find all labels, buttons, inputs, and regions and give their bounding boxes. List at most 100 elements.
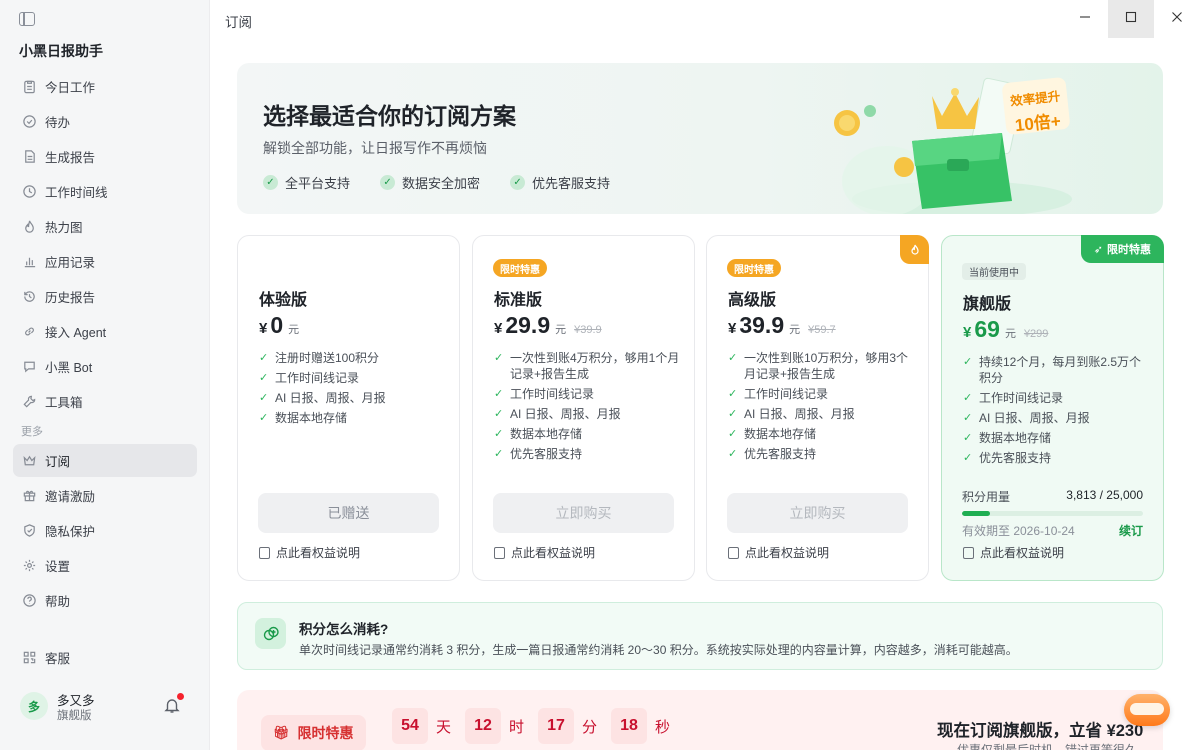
notification-dot [177, 693, 184, 700]
countdown-unit: 时 [509, 718, 525, 736]
sidebar-item-today[interactable]: 今日工作 [13, 70, 197, 103]
sidebar-item-history[interactable]: 历史报告 [13, 280, 197, 313]
sidebar-item-todo[interactable]: 待办 [13, 105, 197, 138]
sidebar-item-label: 帮助 [45, 595, 71, 609]
plan-price: ¥ 69 元 ¥299 [963, 316, 1048, 343]
list-item: ✓ 注册时赠送100积分 [259, 350, 449, 366]
check-icon: ✓ [728, 408, 738, 420]
sidebar-item-heatmap[interactable]: 热力图 [13, 210, 197, 243]
countdown-unit: 天 [436, 718, 452, 736]
plan-features: ✓ 一次性到账4万积分，够用1个月记录+报告生成 ✓ 工作时间线记录 ✓ AI 日报、… [494, 350, 684, 466]
sidebar-item-help[interactable]: 帮助 [13, 584, 197, 617]
plan-name: 旗舰版 [963, 296, 1012, 313]
feature-label: 一次性到账10万积分，够用3个月记录+报告生成 [744, 351, 909, 381]
sidebar-item-privacy[interactable]: 隐私保护 [13, 514, 197, 547]
sidebar-item-label: 生成报告 [45, 151, 96, 165]
sidebar-section-more: 更多 [21, 426, 43, 438]
sidebar: 小黑日报助手 今日工作 待办 生成报告 工作时间线 热力图 应用记录 历史报告 … [0, 0, 210, 750]
benefit-link[interactable]: 点此看权益说明 [494, 544, 595, 561]
quota-label: 积分用量 [962, 490, 1011, 504]
sidebar-item-service[interactable]: 客服 [13, 641, 197, 674]
check-icon: ✓ [963, 432, 973, 444]
sidebar-item-app-records[interactable]: 应用记录 [13, 245, 197, 278]
close-icon [1171, 10, 1183, 28]
benefit-link[interactable]: 点此看权益说明 [259, 544, 360, 561]
feature-label: AI 日报、周报、月报 [744, 407, 855, 421]
title-bar: 订阅 [210, 0, 1200, 38]
list-item: ✓ 一次性到账10万积分，够用3个月记录+报告生成 [728, 350, 918, 382]
list-item: ✓ 优先客服支持 [963, 450, 1153, 466]
sidebar-item-label: 订阅 [45, 455, 71, 469]
plan-card-flagship: ➶ 限时特惠 当前使用中 旗舰版 ¥ 69 元 ¥299 ✓ 持续12个月，每月到账… [941, 235, 1164, 581]
minimize-icon [1079, 10, 1091, 28]
current-plan-badge: 当前使用中 [962, 263, 1026, 280]
countdown-hours: 12 [465, 708, 502, 744]
sidebar-item-timeline[interactable]: 工作时间线 [13, 175, 197, 208]
gifted-button[interactable]: 已赠送 [258, 493, 439, 533]
price-amount: 69 [974, 316, 1000, 342]
plan-features: ✓ 持续12个月，每月到账2.5万个积分 ✓ 工作时间线记录 ✓ AI 日报、周报、月… [963, 354, 1153, 470]
hero-features: ✓ 全平台支持 ✓ 数据安全加密 ✓ 优先客服支持 [263, 173, 610, 192]
hero-feature-label: 优先客服支持 [532, 176, 611, 191]
feature-label: AI 日报、周报、月报 [979, 411, 1090, 425]
list-item: ✓ AI 日报、周报、月报 [494, 406, 684, 422]
renew-link[interactable]: 续订 [1119, 522, 1143, 539]
document-icon [259, 546, 270, 559]
sidebar-item-label: 历史报告 [45, 291, 96, 305]
feature-label: 持续12个月，每月到账2.5万个积分 [979, 355, 1142, 385]
shield-icon [21, 523, 37, 539]
check-icon: ✓ [963, 356, 973, 368]
sidebar-item-generate-report[interactable]: 生成报告 [13, 140, 197, 173]
price-currency: ¥ [963, 324, 972, 341]
hero-subtitle: 解锁全部功能，让日报写作不再烦恼 [263, 140, 487, 156]
countdown-minutes: 17 [538, 708, 575, 744]
plan-name: 体验版 [259, 292, 308, 309]
close-button[interactable] [1154, 0, 1200, 38]
quota-progress-bar [962, 511, 1143, 516]
fire-icon [900, 235, 929, 264]
sidebar-item-invite[interactable]: 邀请激励 [13, 479, 197, 512]
main-content: 订阅 选择最适合你的订阅方案 解锁全部功能，让日报写作不再烦恼 ✓ 全平台支持 ✓… [210, 0, 1200, 750]
sidebar-item-toolbox[interactable]: 工具箱 [13, 385, 197, 418]
hero-feature: ✓ 优先客服支持 [510, 173, 610, 192]
floating-assistant-button[interactable] [1124, 694, 1170, 726]
sidebar-bottom: 客服 [13, 641, 197, 676]
price-unit: 元 [555, 324, 567, 336]
minimize-button[interactable] [1062, 0, 1108, 38]
user-profile[interactable]: 多 多又多 旗舰版 [20, 690, 190, 722]
sidebar-item-settings[interactable]: 设置 [13, 549, 197, 582]
rocket-icon: ➶ [1093, 243, 1103, 256]
buy-now-button[interactable]: 立即购买 [727, 493, 908, 533]
gift-icon: 🎁︎ [273, 725, 290, 740]
check-icon: ✓ [728, 352, 738, 364]
sidebar-item-subscription[interactable]: 订阅 [13, 444, 197, 477]
sidebar-toggle-icon[interactable] [19, 12, 35, 26]
plan-features: ✓ 一次性到账10万积分，够用3个月记录+报告生成 ✓ 工作时间线记录 ✓ AI 日报… [728, 350, 918, 466]
plan-price: ¥ 39.9 元 ¥59.7 [728, 312, 836, 339]
check-icon: ✓ [963, 392, 973, 404]
sidebar-item-agent[interactable]: 接入 Agent [13, 315, 197, 348]
hero-feature: ✓ 全平台支持 [263, 173, 350, 192]
gift-icon [21, 488, 37, 504]
feature-label: 数据本地存储 [510, 427, 583, 441]
benefit-link-label: 点此看权益说明 [980, 546, 1065, 560]
benefit-link[interactable]: 点此看权益说明 [963, 544, 1064, 561]
benefit-link[interactable]: 点此看权益说明 [728, 544, 829, 561]
list-item: ✓ 一次性到账4万积分，够用1个月记录+报告生成 [494, 350, 684, 382]
buy-now-button[interactable]: 立即购买 [493, 493, 674, 533]
sidebar-item-label: 接入 Agent [45, 326, 107, 340]
check-icon: ✓ [259, 352, 269, 364]
efficiency-badge: 效率提升 10倍+ [1001, 76, 1071, 135]
countdown-timer: 54 天 12 时 17 分 18 秒 [392, 708, 684, 744]
promo-title: 现在订阅旗舰版，立省 ¥230 [937, 722, 1144, 740]
sidebar-item-bot[interactable]: 小黑 Bot [13, 350, 197, 383]
sidebar-item-label: 客服 [45, 652, 71, 666]
plan-name: 标准版 [494, 292, 543, 309]
feature-label: 数据本地存储 [979, 431, 1052, 445]
quota-value: 3,813 / 25,000 [1066, 488, 1143, 502]
feature-label: 数据本地存储 [744, 427, 817, 441]
app-window: 小黑日报助手 今日工作 待办 生成报告 工作时间线 热力图 应用记录 历史报告 … [0, 0, 1200, 750]
maximize-button[interactable] [1108, 0, 1154, 38]
maximize-icon [1125, 10, 1137, 28]
plan-features: ✓ 注册时赠送100积分 ✓ 工作时间线记录 ✓ AI 日报、周报、月报 ✓ 数据本地存… [259, 350, 449, 430]
